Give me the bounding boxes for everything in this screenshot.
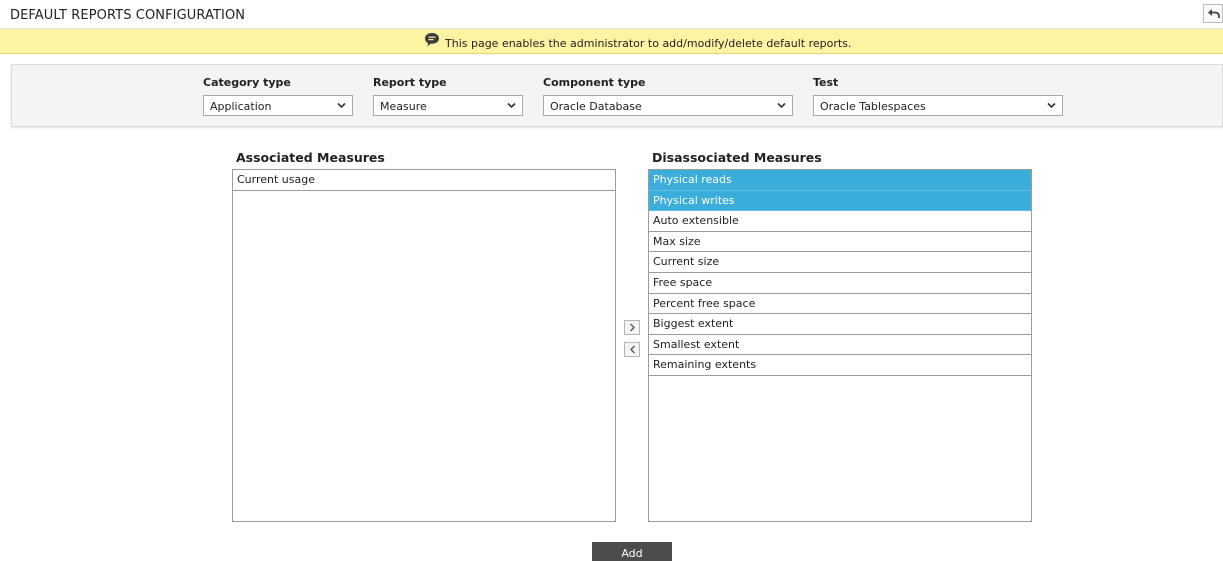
associated-measures-list[interactable]: Current usage (232, 169, 616, 522)
list-item[interactable]: Current usage (233, 170, 615, 191)
report-type-label: Report type (373, 76, 447, 89)
back-arrow-icon (1207, 9, 1220, 18)
test-select[interactable]: Oracle Tablespaces (813, 95, 1063, 116)
speech-bubble-icon (425, 33, 439, 47)
title-bar: DEFAULT REPORTS CONFIGURATION (0, 0, 1223, 29)
associated-measures-title: Associated Measures (236, 150, 385, 165)
test-label: Test (813, 76, 839, 89)
chevron-down-icon (777, 102, 786, 109)
chevron-down-icon (1047, 102, 1056, 109)
report-type-group: Report type Measure (373, 76, 523, 116)
page-title: DEFAULT REPORTS CONFIGURATION (10, 8, 246, 23)
back-button[interactable] (1203, 4, 1223, 23)
filter-panel: Category type Application Report type Me… (11, 64, 1223, 127)
list-item[interactable]: Smallest extent (649, 335, 1031, 356)
list-item[interactable]: Physical writes (649, 190, 1031, 212)
notice-message: This page enables the administrator to a… (445, 37, 852, 50)
list-item[interactable]: Biggest extent (649, 314, 1031, 335)
category-type-select[interactable]: Application (203, 95, 353, 116)
move-right-button[interactable] (624, 320, 640, 335)
list-item[interactable]: Percent free space (649, 294, 1031, 315)
report-type-value: Measure (380, 100, 427, 113)
list-item[interactable]: Current size (649, 252, 1031, 273)
component-type-select[interactable]: Oracle Database (543, 95, 793, 116)
test-value: Oracle Tablespaces (820, 100, 926, 113)
list-item[interactable]: Remaining extents (649, 355, 1031, 376)
chevron-down-icon (507, 102, 516, 109)
list-item[interactable]: Auto extensible (649, 211, 1031, 232)
category-type-value: Application (210, 100, 272, 113)
test-group: Test Oracle Tablespaces (813, 76, 1063, 116)
move-left-button[interactable] (624, 342, 640, 357)
chevron-left-icon (629, 345, 635, 354)
list-item[interactable]: Free space (649, 273, 1031, 294)
component-type-value: Oracle Database (550, 100, 642, 113)
list-item[interactable]: Physical reads (649, 170, 1031, 191)
disassociated-measures-title: Disassociated Measures (652, 150, 822, 165)
category-type-label: Category type (203, 76, 291, 89)
chevron-right-icon (629, 323, 635, 332)
report-type-select[interactable]: Measure (373, 95, 523, 116)
info-notice-bar: This page enables the administrator to a… (0, 29, 1223, 54)
disassociated-measures-list[interactable]: Physical reads Physical writes Auto exte… (648, 169, 1032, 522)
component-type-group: Component type Oracle Database (543, 76, 793, 116)
list-item[interactable]: Max size (649, 232, 1031, 253)
chevron-down-icon (337, 102, 346, 109)
category-type-group: Category type Application (203, 76, 353, 116)
component-type-label: Component type (543, 76, 646, 89)
add-button[interactable]: Add (592, 542, 672, 561)
